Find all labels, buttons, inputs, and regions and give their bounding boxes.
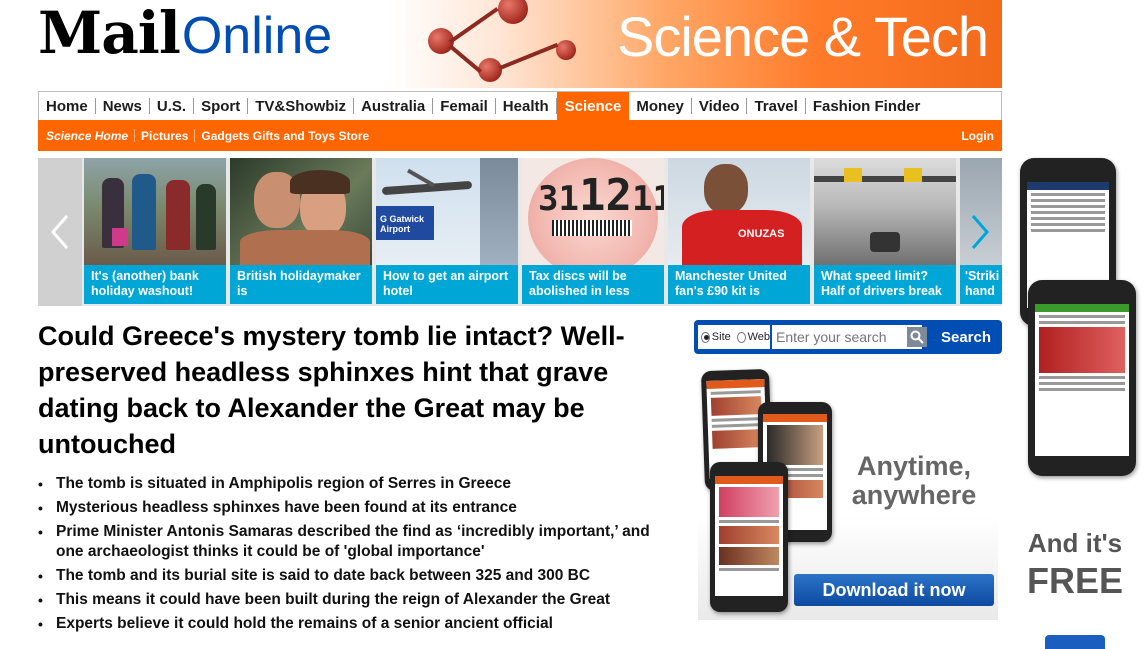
- phone-image: [710, 462, 788, 612]
- card-caption: It's (another) bank holiday washout!: [84, 265, 226, 304]
- nav-item-health[interactable]: Health: [496, 98, 557, 115]
- right-app-advert[interactable]: And it's FREE: [1010, 150, 1148, 649]
- nav-item-home[interactable]: Home: [39, 98, 96, 115]
- nav-item-sport[interactable]: Sport: [194, 98, 249, 115]
- molecule-bond: [448, 7, 499, 44]
- nav-item-fashion-finder[interactable]: Fashion Finder: [806, 98, 928, 115]
- carousel-card[interactable]: It's (another) bank holiday washout!: [84, 158, 226, 304]
- site-header: Mail Online Science & Tech: [38, 0, 1002, 88]
- section-title: Science & Tech: [617, 5, 989, 68]
- nav-item-video[interactable]: Video: [692, 98, 748, 115]
- bullet-item: This means it could have been built duri…: [38, 590, 678, 610]
- search-bar: Site Web Search: [694, 320, 1002, 354]
- right-ad-line1: And it's: [1027, 528, 1123, 558]
- subnav-pictures[interactable]: Pictures: [135, 129, 196, 143]
- bullet-item: The tomb and its burial site is said to …: [38, 566, 678, 586]
- carousel-card[interactable]: ONUZAS Manchester United fan's £90 kit i…: [668, 158, 810, 304]
- ad-tagline: Anytime, anywhere: [851, 451, 977, 510]
- chevron-left-icon: [51, 215, 69, 249]
- card-caption: What speed limit? Half of drivers break: [814, 265, 956, 304]
- search-button[interactable]: Search: [934, 325, 998, 349]
- site-radio[interactable]: [701, 331, 710, 343]
- story-carousel: It's (another) bank holiday washout! Bri…: [38, 158, 1002, 306]
- molecule-bond: [448, 44, 482, 74]
- bullet-item: Mysterious headless sphinxes have been f…: [38, 498, 678, 518]
- molecule-decoration: [498, 0, 528, 24]
- card-image: 311211: [522, 158, 664, 265]
- nav-item-travel[interactable]: Travel: [747, 98, 806, 115]
- article-headline[interactable]: Could Greece's mystery tomb lie intact? …: [38, 318, 678, 462]
- bullet-item: The tomb is situated in Amphipolis regio…: [38, 474, 678, 494]
- phone-image: [1028, 280, 1136, 476]
- card-caption: Manchester United fan's £90 kit is: [668, 265, 810, 304]
- card-image: [230, 158, 372, 265]
- nav-item-us[interactable]: U.S.: [150, 98, 195, 115]
- section-banner: Science & Tech: [388, 0, 1002, 88]
- carousel-card[interactable]: G Gatwick Airport How to get an airport …: [376, 158, 518, 304]
- nav-item-femail[interactable]: Femail: [433, 98, 496, 115]
- logo-mail-text: Mail: [38, 0, 181, 67]
- carousel-next-button[interactable]: [958, 158, 1002, 306]
- right-ad-free: FREE: [1026, 560, 1123, 601]
- card-image: [84, 158, 226, 265]
- app-advert[interactable]: Anytime, anywhere Download it now: [698, 362, 998, 620]
- search-icon[interactable]: [907, 327, 927, 347]
- carousel-prev-button[interactable]: [38, 158, 82, 306]
- card-image: G Gatwick Airport: [376, 158, 518, 265]
- right-ad-button[interactable]: [1045, 635, 1105, 649]
- download-button[interactable]: Download it now: [794, 574, 994, 606]
- molecule-bond: [499, 42, 559, 70]
- bullet-item: Experts believe it could hold the remain…: [38, 614, 678, 634]
- card-caption: Tax discs will be abolished in less: [522, 265, 664, 304]
- nav-item-australia[interactable]: Australia: [354, 98, 434, 115]
- chevron-right-icon: [971, 215, 989, 249]
- search-scope: Site Web: [698, 325, 770, 349]
- site-radio-label: Site: [711, 331, 731, 343]
- nav-item-money[interactable]: Money: [629, 98, 692, 115]
- article-bullets: The tomb is situated in Amphipolis regio…: [38, 474, 678, 638]
- search-input[interactable]: [772, 325, 922, 349]
- web-radio[interactable]: [736, 331, 746, 343]
- carousel-card[interactable]: 311211 Tax discs will be abolished in le…: [522, 158, 664, 304]
- card-image: ONUZAS: [668, 158, 810, 265]
- subnav-gadgets-store[interactable]: Gadgets Gifts and Toys Store: [195, 129, 375, 143]
- logo-online-text: Online: [181, 7, 333, 65]
- card-image: [814, 158, 956, 265]
- card-caption: British holidaymaker is: [230, 265, 372, 304]
- login-link[interactable]: Login: [961, 129, 994, 143]
- nav-item-news[interactable]: News: [96, 98, 150, 115]
- subnav-science-home[interactable]: Science Home: [38, 129, 136, 143]
- carousel-card[interactable]: British holidaymaker is: [230, 158, 372, 304]
- web-radio-label: Web: [747, 331, 770, 343]
- sub-nav: Science Home Pictures Gadgets Gifts and …: [38, 120, 1002, 151]
- molecule-decoration: [556, 40, 576, 60]
- nav-item-tvshowbiz[interactable]: TV&Showbiz: [248, 98, 355, 115]
- mailonline-logo[interactable]: Mail Online: [38, 4, 332, 74]
- card-caption: How to get an airport hotel: [376, 265, 518, 304]
- primary-nav: Home News U.S. Sport TV&Showbiz Australi…: [38, 91, 1002, 120]
- carousel-card[interactable]: What speed limit? Half of drivers break: [814, 158, 956, 304]
- nav-item-science[interactable]: Science: [556, 92, 630, 120]
- bullet-item: Prime Minister Antonis Samaras described…: [38, 522, 678, 562]
